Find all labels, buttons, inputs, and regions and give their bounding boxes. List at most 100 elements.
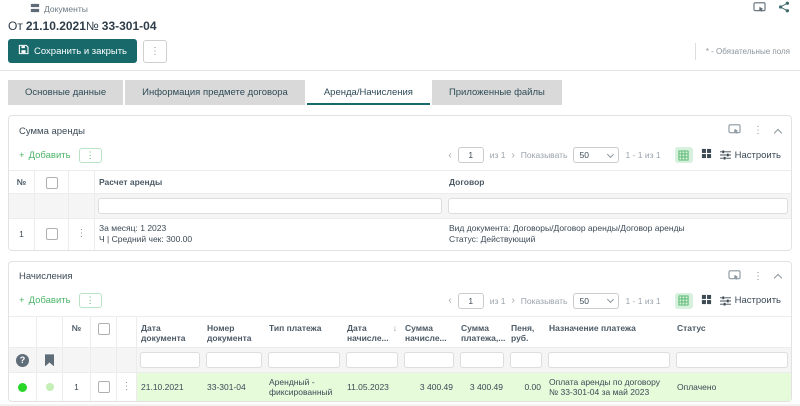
configure-button[interactable]: Настроить [720, 295, 781, 306]
filter-cell [265, 348, 343, 372]
filter-input-calc[interactable] [98, 198, 442, 214]
grid-view-icon [678, 295, 689, 306]
help-icon[interactable]: ? [16, 354, 29, 367]
filter-input-pay-type[interactable] [268, 352, 340, 368]
rent-sum-row-1[interactable]: 1 ⋮ За месяц: 1 2023Ч | Средний чек: 300… [9, 218, 791, 250]
calc-cell: За месяц: 1 2023Ч | Средний чек: 300.00 [95, 219, 445, 250]
column-header-penalty[interactable]: Пеня, руб. [507, 317, 545, 347]
add-menu-button[interactable]: ⋮ [79, 148, 102, 163]
page-size-select[interactable]: 50 [573, 293, 619, 309]
show-label: Показывать [521, 296, 568, 306]
filter-input-doc-date[interactable] [140, 352, 200, 368]
save-and-close-button[interactable]: Сохранить и закрыть [8, 39, 137, 63]
grid-view-button[interactable] [675, 147, 693, 163]
filter-input-contract[interactable] [448, 198, 788, 214]
screen-share-icon[interactable] [753, 0, 766, 18]
bookmark-icon[interactable] [45, 354, 54, 366]
next-page-icon[interactable]: › [511, 295, 514, 306]
row-menu-column [69, 171, 95, 193]
column-header-purpose[interactable]: Назначение платежа [545, 317, 673, 347]
filter-input-purpose[interactable] [548, 352, 670, 368]
screen-share-icon[interactable] [728, 122, 741, 140]
share-icon[interactable] [778, 0, 790, 18]
configure-button[interactable]: Настроить [720, 150, 781, 161]
prev-page-icon[interactable]: ‹ [448, 150, 451, 161]
section-menu-icon[interactable]: ⋮ [753, 272, 763, 282]
row-number: 1 [63, 373, 91, 401]
section-rent-sum: Сумма аренды ⋮ + Добавить ⋮ ‹ из 1 › Пок… [8, 115, 792, 251]
column-header-pay-type[interactable]: Тип платежа [265, 317, 343, 347]
card-view-button[interactable] [701, 146, 712, 164]
collapse-section-icon[interactable] [774, 274, 782, 282]
doc-date-cell: 21.10.2021 [137, 373, 203, 401]
tab-contract-subject-info[interactable]: Информация предмете договора [125, 80, 305, 105]
next-page-icon[interactable]: › [511, 150, 514, 161]
add-button[interactable]: + Добавить [19, 150, 71, 161]
action-row: Сохранить и закрыть ⋮ * - Обязательные п… [0, 35, 800, 71]
filter-cell [457, 348, 507, 372]
title-number-sign: № [86, 19, 99, 33]
column-header-accrual-date[interactable]: Дата начисле...↓ [343, 317, 401, 347]
accrual-date-label: Дата начисле... [347, 323, 390, 343]
tab-rent-accruals[interactable]: Аренда/Начисления [307, 80, 430, 105]
filter-input-status[interactable] [676, 352, 788, 368]
kebab-icon: ⋮ [150, 46, 160, 57]
filter-input-penalty[interactable] [510, 352, 542, 368]
accruals-row-1[interactable]: 1 ⋮ 21.10.2021 33-301-04 Арендный - фикс… [9, 372, 791, 401]
column-header-doc-date[interactable]: Дата документа [137, 317, 203, 347]
topbar: Документы [0, 0, 800, 15]
page-number-input[interactable] [458, 293, 484, 309]
row-menu-icon[interactable]: ⋮ [122, 382, 132, 392]
add-menu-button[interactable]: ⋮ [79, 293, 102, 308]
grid-view-button[interactable] [675, 293, 693, 309]
section-menu-icon[interactable]: ⋮ [753, 126, 763, 136]
column-header-doc-number[interactable]: Номер документа [203, 317, 265, 347]
tab-main-data[interactable]: Основные данные [8, 80, 123, 105]
filter-input-accrual-date[interactable] [346, 352, 398, 368]
collapse-section-icon[interactable] [774, 128, 782, 136]
contract-cell: Вид документа: Договоры/Договор аренды/Д… [445, 219, 791, 250]
rent-sum-toolbar: + Добавить ⋮ ‹ из 1 › Показывать 50 1 - … [9, 143, 791, 170]
row-checkbox-cell [91, 373, 117, 401]
more-actions-button[interactable]: ⋮ [143, 40, 167, 63]
select-all-checkbox[interactable] [46, 177, 58, 189]
row-checkbox[interactable] [98, 381, 110, 393]
filter-cell [137, 348, 203, 372]
row-menu-icon[interactable]: ⋮ [77, 229, 87, 239]
doc-number-cell: 33-301-04 [203, 373, 265, 401]
page-of-label: из 1 [490, 150, 506, 160]
page-title: От21.10.2021№33-301-04 [0, 15, 800, 35]
breadcrumb[interactable]: Документы [44, 4, 88, 14]
status-dot-cell [9, 373, 37, 401]
payment-sum-cell: 3 400.49 [457, 373, 507, 401]
column-header-status[interactable]: Статус [673, 317, 791, 347]
accruals-title: Начисления [19, 271, 72, 282]
column-header-accrual-sum[interactable]: Сумма начисле... [401, 317, 457, 347]
tab-bar: Основные данные Информация предмете дого… [0, 71, 800, 105]
page-number-input[interactable] [458, 147, 484, 163]
save-and-close-label: Сохранить и закрыть [34, 46, 127, 57]
accruals-table-header: № Дата документа Номер документа Тип пла… [9, 316, 791, 347]
screen-share-icon[interactable] [728, 268, 741, 286]
filter-input-accrual-sum[interactable] [404, 352, 454, 368]
add-button[interactable]: + Добавить [19, 295, 71, 306]
filter-cell [117, 348, 137, 372]
accrual-sum-cell: 3 400.49 [401, 373, 457, 401]
filter-input-payment-sum[interactable] [460, 352, 504, 368]
save-icon [18, 44, 29, 58]
title-date: 21.10.2021 [26, 19, 86, 33]
page-of-label: из 1 [490, 296, 506, 306]
column-header-contract: Договор [445, 171, 791, 193]
prev-page-icon[interactable]: ‹ [448, 295, 451, 306]
card-view-button[interactable] [701, 292, 712, 310]
accruals-toolbar: + Добавить ⋮ ‹ из 1 › Показывать 50 1 - … [9, 289, 791, 316]
page-size-select[interactable]: 50 [573, 147, 619, 163]
row-checkbox[interactable] [46, 228, 58, 240]
select-all-checkbox[interactable] [98, 323, 110, 335]
column-header-payment-sum[interactable]: Сумма платежа,... [457, 317, 507, 347]
calc-line1: За месяц: 1 2023 [99, 223, 166, 233]
tab-attached-files[interactable]: Приложенные файлы [432, 80, 562, 105]
filter-cell [343, 348, 401, 372]
filter-input-doc-number[interactable] [206, 352, 262, 368]
purpose-cell: Оплата аренды по договору № 33-301-04 за… [545, 373, 673, 401]
